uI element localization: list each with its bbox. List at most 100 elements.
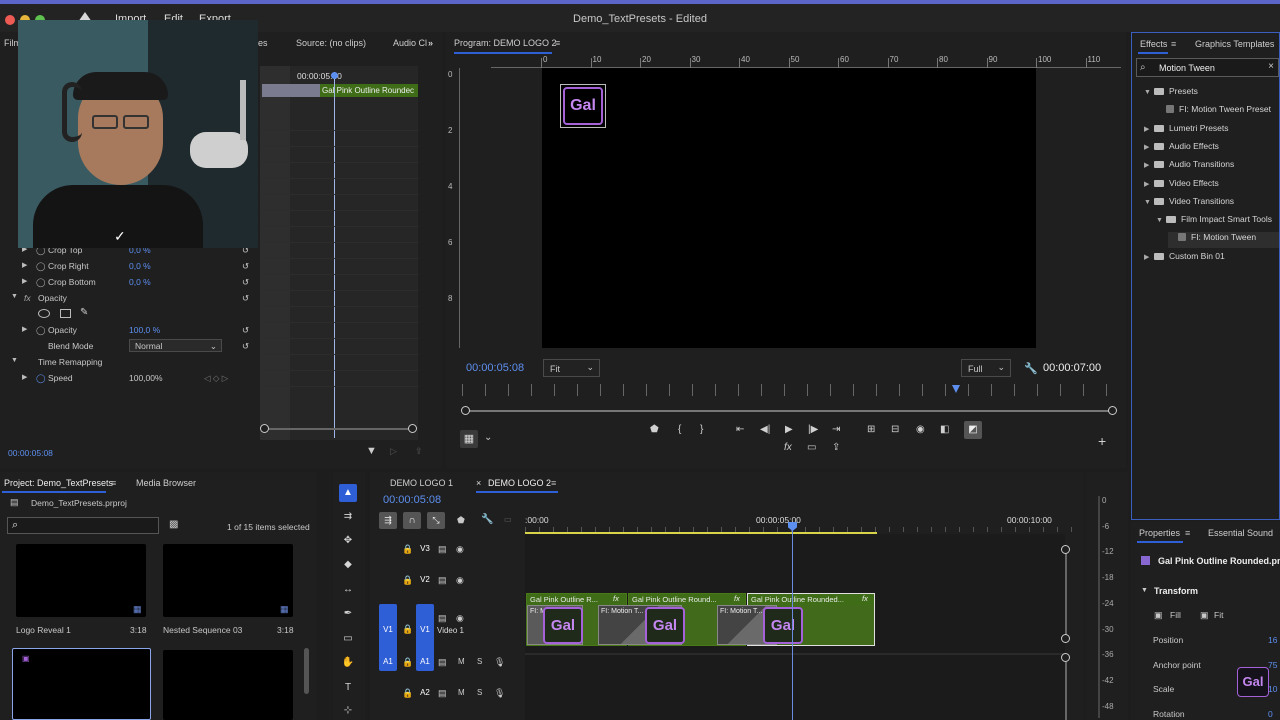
eye-icon[interactable]: ◉ [456,613,464,624]
solo-button[interactable]: S [477,657,482,666]
filter-icon[interactable]: ▼ [366,445,377,457]
opacity-value[interactable]: 100,0 % [129,325,160,335]
project-item-name[interactable]: Nested Sequence 03 [163,625,242,635]
timeline-timecode[interactable]: 00:00:05:08 [383,494,441,506]
effects-tree-item[interactable]: ▶ Lumetri Presets [1144,123,1229,139]
mute-button[interactable]: M [458,657,465,666]
chevron-right-icon[interactable]: ▶ [1144,180,1154,188]
go-to-in-icon[interactable]: ⇤ [736,424,744,435]
effects-tree-item[interactable]: ▼ Film Impact Smart Tools [1156,214,1272,230]
sync-lock-icon[interactable]: ▤ [438,657,447,668]
lock-icon[interactable]: 🔒 [402,624,413,635]
chevron-right-icon[interactable]: ▶ [1144,125,1154,133]
wrench-icon[interactable]: 🔧 [481,514,493,525]
speed-value[interactable]: 100,00% [129,373,163,383]
selection-bounding-box[interactable] [560,84,606,128]
tab-effects[interactable]: Effects [1140,39,1167,49]
chevron-down-icon[interactable]: ▼ [1144,199,1154,206]
add-marker-icon[interactable]: ⬟ [457,515,465,526]
lock-icon[interactable]: 🔒 [402,575,413,586]
close-icon[interactable]: × [1268,61,1274,72]
sync-lock-icon[interactable]: ▤ [438,688,447,699]
transform-section[interactable]: Transform [1154,586,1198,596]
eye-icon[interactable]: ◉ [456,544,464,555]
chevron-right-icon[interactable]: ▶ [1144,161,1154,169]
chevron-right-icon[interactable]: ▶ [1144,143,1154,151]
tab-source[interactable]: Source: (no clips) [296,38,366,48]
project-thumb-selected[interactable] [12,648,151,720]
fx-icon[interactable]: fx [784,442,792,453]
safe-margins-icon[interactable]: ▦ [460,430,478,448]
program-canvas[interactable] [542,68,1036,348]
add-button-icon[interactable]: + [1098,433,1106,449]
blend-mode-select[interactable]: Normal ⌄ [129,339,222,352]
source-patch[interactable]: A1 [379,653,397,671]
reset-icon[interactable]: ↺ [242,293,249,304]
ripple-edit-tool-icon[interactable]: ✥ [341,534,355,548]
ec-playhead[interactable] [334,72,335,438]
export-frame-icon[interactable]: ◉ [916,424,925,435]
effects-tree-item[interactable]: FI: Motion Tween [1168,232,1279,249]
project-thumb-item[interactable] [163,650,293,720]
tab-media-browser[interactable]: Media Browser [136,478,196,488]
rectangle-tool-icon[interactable]: ▭ [341,632,355,646]
mark-in-icon[interactable]: { [678,424,681,435]
toggle-sync-icon[interactable]: ▤ [438,544,447,555]
share-icon[interactable]: ⇪ [832,442,840,453]
play-icon[interactable]: ▶ [785,424,793,435]
ec-row-opacity-group[interactable]: ▼ fx Opacity ↺ [0,290,260,306]
hand-tool-icon[interactable]: ✋ [341,656,355,670]
reset-icon[interactable]: ↺ [242,341,249,352]
track-target-v3[interactable]: V3 [416,540,434,558]
more-tabs-icon[interactable]: » [428,38,433,48]
add-marker-icon[interactable]: ⬟ [650,424,659,435]
chevron-down-icon[interactable]: ⌄ [484,432,492,443]
extract-icon[interactable]: ⊟ [891,424,899,435]
step-back-icon[interactable]: ◀| [760,424,770,435]
ec-zoom-bar[interactable] [264,428,414,430]
tab-demo-logo-2[interactable]: DEMO LOGO 2 [488,478,551,488]
lock-icon[interactable]: 🔒 [402,544,413,555]
effects-tree-item[interactable]: FI: Motion Tween Preset [1156,104,1271,120]
step-forward-icon[interactable]: |▶ [808,424,818,435]
panel-menu-icon[interactable]: ≡ [555,38,560,48]
program-title[interactable]: Program: DEMO LOGO 2 [454,38,557,48]
panel-menu-icon[interactable]: ≡ [111,478,116,488]
project-thumb-nested-sequence[interactable] [163,544,293,617]
project-scrollbar[interactable] [304,648,309,694]
panel-menu-icon[interactable]: ≡ [551,478,556,488]
tab-essential-sound[interactable]: Essential Sound [1208,528,1273,538]
lock-icon[interactable]: 🔒 [402,657,413,668]
panel-menu-icon[interactable]: ≡ [1185,528,1190,538]
scale-value[interactable]: 10 [1268,684,1277,694]
vr-icon[interactable]: ▭ [807,442,816,453]
anchor-point-value[interactable]: 75 [1268,660,1277,670]
effects-tree-item[interactable]: ▶ Custom Bin 01 [1144,251,1225,267]
position-value[interactable]: 16 [1268,635,1277,645]
crop-right-value[interactable]: 0,0 % [129,261,151,271]
project-item-name[interactable]: Logo Reveal 1 [16,625,71,635]
snap-icon[interactable]: ∩ [403,512,421,529]
more-tools-icon[interactable]: ⊹ [341,704,355,718]
multicam-icon[interactable]: ◩ [964,421,982,439]
project-thumb-logo-reveal[interactable] [16,544,146,617]
type-tool-icon[interactable]: T [341,681,355,695]
chevron-down-icon[interactable]: ▼ [1144,89,1154,96]
ec-playhead-handle[interactable] [331,72,338,79]
microphone-icon[interactable]: 🎙 [494,688,505,699]
solo-button[interactable]: S [477,688,482,697]
program-mini-ruler[interactable] [462,384,1112,396]
slip-tool-icon[interactable]: ↔ [341,583,355,597]
toggle-sync-icon[interactable]: ▤ [438,575,447,586]
effects-search-input[interactable]: ⌕ Motion Tween × [1136,58,1279,77]
nest-toggle-icon[interactable]: ⇶ [379,512,397,529]
tab-properties[interactable]: Properties [1139,528,1180,538]
tab-demo-logo-1[interactable]: DEMO LOGO 1 [390,478,453,488]
linked-selection-icon[interactable]: ⤡ [427,512,445,529]
panel-menu-icon[interactable]: ≡ [1171,39,1176,49]
fit-icon[interactable]: ▣ [1200,610,1209,621]
reset-icon[interactable]: ↺ [242,261,249,272]
timeline-v-scroll[interactable] [1065,550,1067,640]
effects-tree-item[interactable]: ▶ Audio Transitions [1144,159,1234,175]
effects-tree-item[interactable]: ▼ Presets [1144,86,1198,102]
